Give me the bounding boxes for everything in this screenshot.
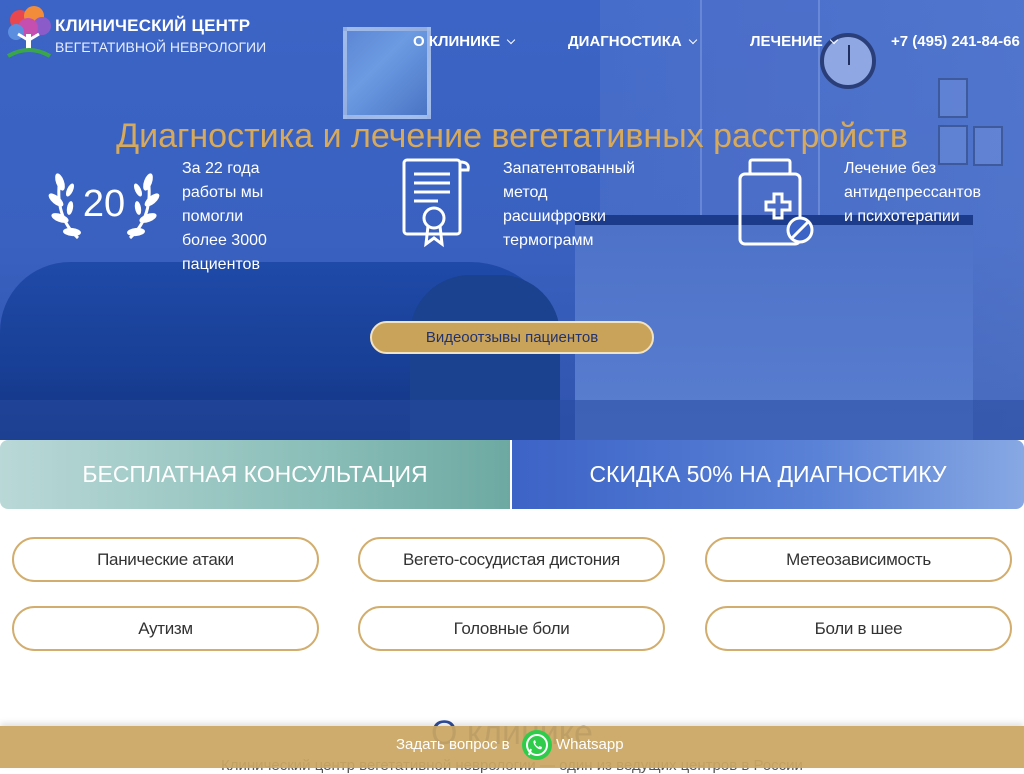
- nav-item-diagnostics[interactable]: ДИАГНОСТИКА: [568, 33, 697, 51]
- medicine-bottle-icon: [736, 156, 818, 253]
- topic-headaches[interactable]: Головные боли: [358, 606, 665, 651]
- feature-line: и психотерапии: [844, 208, 960, 225]
- nav-item-label: ДИАГНОСТИКА: [568, 33, 682, 50]
- whatsapp-link[interactable]: Whatsapp: [556, 736, 624, 753]
- chevron-down-icon: [829, 35, 838, 45]
- feature-experience: За 22 года работы мы помогли более 3000 …: [182, 157, 342, 277]
- certificate-icon: [398, 156, 474, 253]
- feature-line: расшифровки: [503, 208, 606, 225]
- feature-patent: Запатентованный метод расшифровки термог…: [503, 157, 673, 253]
- nav-item-label: О КЛИНИКЕ: [413, 33, 501, 50]
- video-reviews-button[interactable]: Видеоотзывы пациентов: [370, 321, 654, 354]
- whatsapp-bar[interactable]: Задать вопрос в Whatsapp: [0, 726, 1024, 768]
- topic-vegetovascular-dystonia[interactable]: Вегето-сосудистая дистония: [358, 537, 665, 582]
- whatsapp-bar-text: Задать вопрос в: [396, 736, 510, 753]
- background-floor: [0, 400, 1024, 440]
- logo-icon[interactable]: [6, 6, 52, 62]
- topic-autism[interactable]: Аутизм: [12, 606, 319, 651]
- background-frame: [938, 78, 968, 118]
- feature-line: антидепрессантов: [844, 184, 981, 201]
- feature-line: работы мы: [182, 184, 264, 201]
- laurel-number: 20: [83, 183, 125, 225]
- phone-link[interactable]: +7 (495) 241-84-66: [891, 33, 1020, 50]
- nav-item-about[interactable]: О КЛИНИКЕ: [413, 33, 516, 51]
- topic-panic-attacks[interactable]: Панические атаки: [12, 537, 319, 582]
- hero-title: Диагностика и лечение вегетативных расст…: [116, 117, 908, 155]
- nav-item-treatment[interactable]: ЛЕЧЕНИЕ: [750, 33, 838, 51]
- whatsapp-icon[interactable]: [522, 730, 552, 760]
- hero-section: КЛИНИЧЕСКИЙ ЦЕНТР ВЕГЕТАТИВНОЙ НЕВРОЛОГИ…: [0, 0, 1024, 440]
- feature-line: За 22 года: [182, 160, 260, 177]
- nav-item-label: ЛЕЧЕНИЕ: [750, 33, 823, 50]
- feature-line: Лечение без: [844, 160, 937, 177]
- brand-subtitle[interactable]: ВЕГЕТАТИВНОЙ НЕВРОЛОГИИ: [55, 39, 266, 55]
- feature-no-antidepressants: Лечение без антидепрессантов и психотера…: [844, 157, 1014, 229]
- topic-neck-pain[interactable]: Боли в шее: [705, 606, 1012, 651]
- laurel-wreath-icon: 20: [48, 156, 160, 253]
- free-consultation-banner[interactable]: БЕСПЛАТНАЯ КОНСУЛЬТАЦИЯ: [0, 440, 510, 509]
- feature-line: метод: [503, 184, 548, 201]
- feature-line: Запатентованный: [503, 160, 636, 177]
- topic-meteosensitivity[interactable]: Метеозависимость: [705, 537, 1012, 582]
- feature-line: термограмм: [503, 232, 594, 249]
- feature-line: пациентов: [182, 256, 260, 273]
- feature-line: более 3000: [182, 232, 267, 249]
- feature-line: помогли: [182, 208, 244, 225]
- brand-title[interactable]: КЛИНИЧЕСКИЙ ЦЕНТР: [55, 16, 250, 36]
- chevron-down-icon: [506, 35, 516, 45]
- chevron-down-icon: [688, 35, 697, 45]
- diagnostics-discount-banner[interactable]: СКИДКА 50% НА ДИАГНОСТИКУ: [512, 440, 1024, 509]
